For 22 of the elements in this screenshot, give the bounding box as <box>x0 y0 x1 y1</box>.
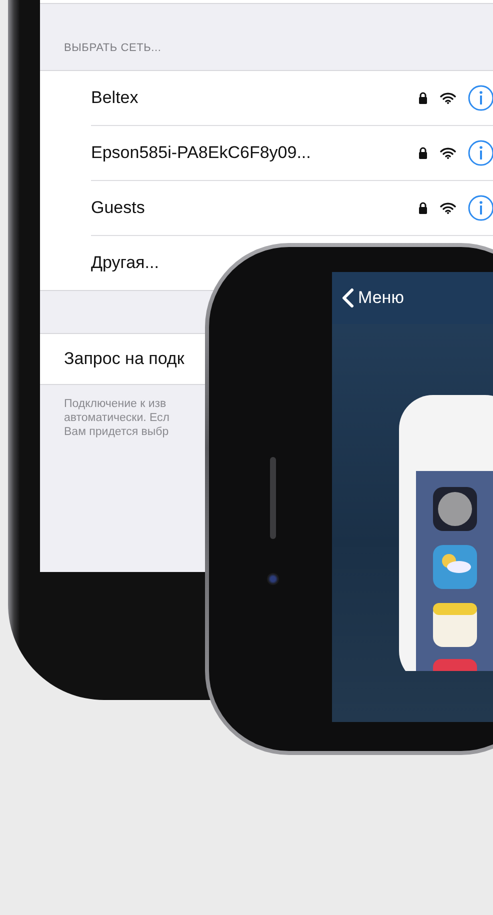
back-button[interactable]: Меню <box>340 286 406 310</box>
lock-icon <box>418 92 428 104</box>
info-button[interactable] <box>468 140 493 166</box>
footer-text: Подключение к изв <box>64 397 166 411</box>
wifi-icon <box>440 147 456 159</box>
info-button[interactable] <box>468 195 493 221</box>
lock-icon <box>418 147 428 159</box>
network-name[interactable]: Guests <box>91 198 145 218</box>
network-name[interactable]: Другая... <box>91 253 159 273</box>
row-label: Запрос на подк <box>64 349 184 369</box>
info-button[interactable] <box>468 85 493 111</box>
lock-icon <box>418 202 428 214</box>
wifi-icon <box>440 92 456 104</box>
network-name[interactable]: Beltex <box>91 88 138 108</box>
wifi-icon <box>440 202 456 214</box>
section-header: ВЫБРАТЬ СЕТЬ... <box>64 42 162 56</box>
network-name[interactable]: Epson585i-PA8EkC6F8y09... <box>91 143 311 163</box>
footer-text: Вам придется выбр <box>64 425 169 439</box>
camera-lens <box>267 573 279 585</box>
footer-text: автоматически. Есл <box>64 411 170 425</box>
settings-row[interactable]: Запрос на подк <box>40 333 205 385</box>
chevron-left-icon <box>342 288 354 308</box>
